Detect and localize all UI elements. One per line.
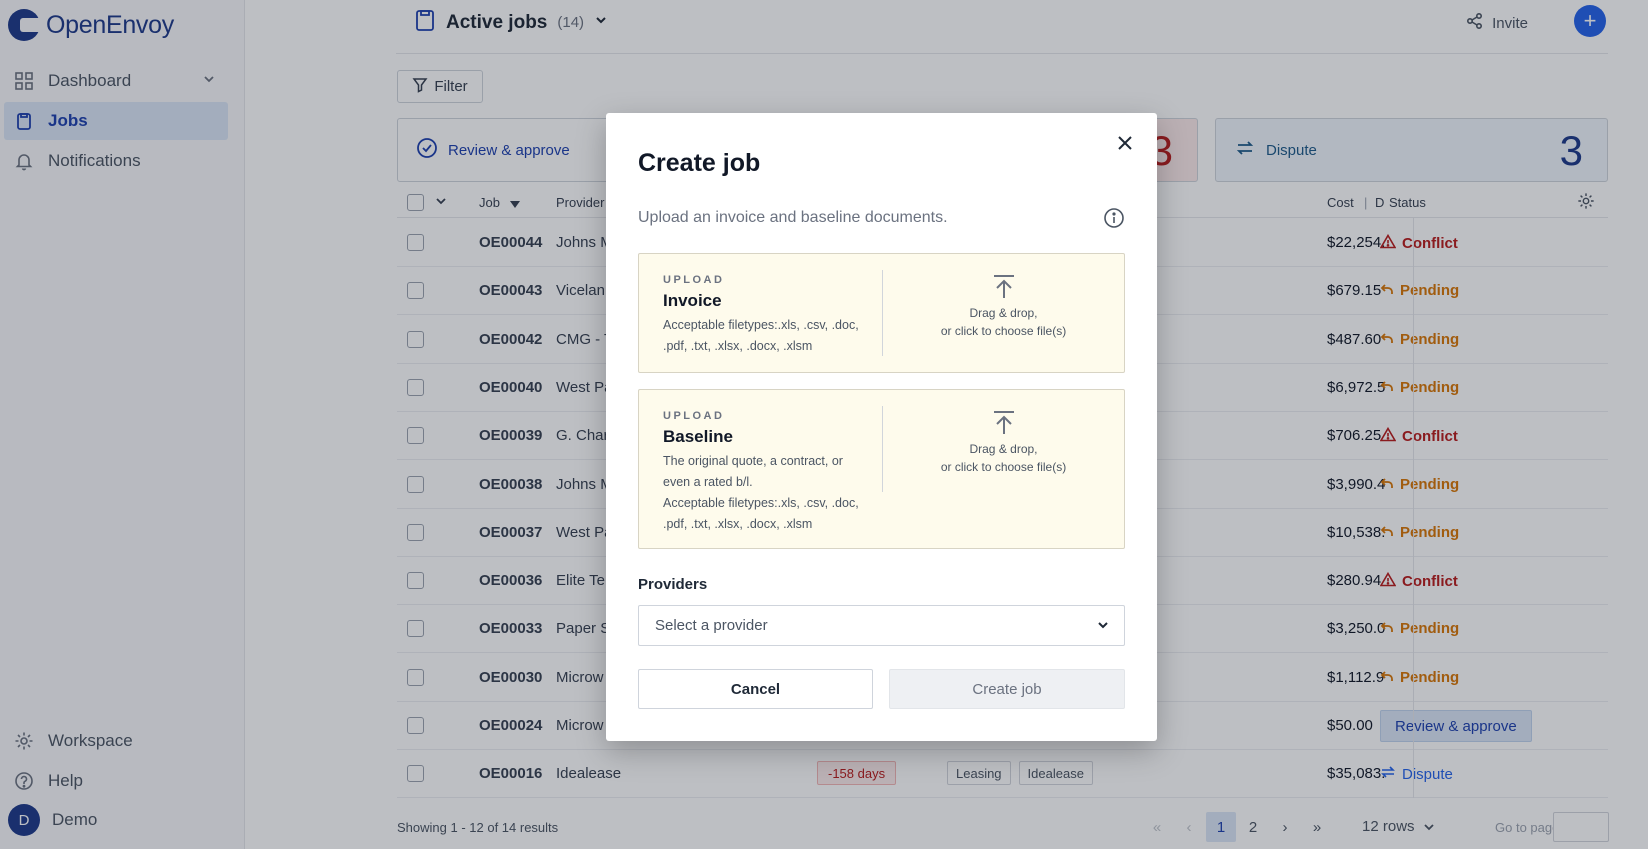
invoice-upload-dropzone[interactable]: UPLOAD Invoice Acceptable filetypes:.xls…: [638, 253, 1125, 373]
drop-line-2: or click to choose file(s): [940, 324, 1067, 338]
upload-heading: Baseline: [663, 427, 733, 446]
upload-kicker: UPLOAD: [663, 410, 725, 422]
upload-icon: [883, 274, 1124, 300]
create-job-modal: Create job Upload an invoice and baselin…: [606, 113, 1157, 741]
invoice-upload-info: UPLOAD Invoice Acceptable filetypes:.xls…: [663, 274, 863, 357]
upload-heading: Invoice: [663, 291, 722, 310]
baseline-upload-dropzone[interactable]: UPLOAD Baseline The original quote, a co…: [638, 389, 1125, 549]
modal-title: Create job: [638, 149, 761, 177]
cancel-button[interactable]: Cancel: [638, 669, 873, 709]
upload-filetypes: Acceptable filetypes:.xls, .csv, .doc, .…: [663, 496, 859, 531]
drop-target[interactable]: Drag & drop, or click to choose file(s): [883, 274, 1124, 340]
upload-description: The original quote, a contract, or even …: [663, 454, 843, 489]
provider-placeholder: Select a provider: [655, 617, 768, 634]
provider-select[interactable]: Select a provider: [638, 605, 1125, 646]
upload-filetypes: Acceptable filetypes:.xls, .csv, .doc, .…: [663, 318, 859, 353]
drop-target[interactable]: Drag & drop, or click to choose file(s): [883, 410, 1124, 476]
drop-line-1: Drag & drop,: [969, 442, 1038, 456]
chevron-down-icon: [1096, 618, 1110, 636]
close-icon[interactable]: [1113, 131, 1137, 155]
drop-line-1: Drag & drop,: [969, 306, 1038, 320]
providers-label: Providers: [638, 576, 708, 593]
info-icon[interactable]: [1103, 207, 1125, 234]
drop-line-2: or click to choose file(s): [940, 460, 1067, 474]
baseline-upload-info: UPLOAD Baseline The original quote, a co…: [663, 410, 863, 535]
upload-kicker: UPLOAD: [663, 274, 725, 286]
modal-subtitle: Upload an invoice and baseline documents…: [638, 209, 948, 226]
upload-icon: [883, 410, 1124, 436]
create-job-button[interactable]: Create job: [889, 669, 1125, 709]
